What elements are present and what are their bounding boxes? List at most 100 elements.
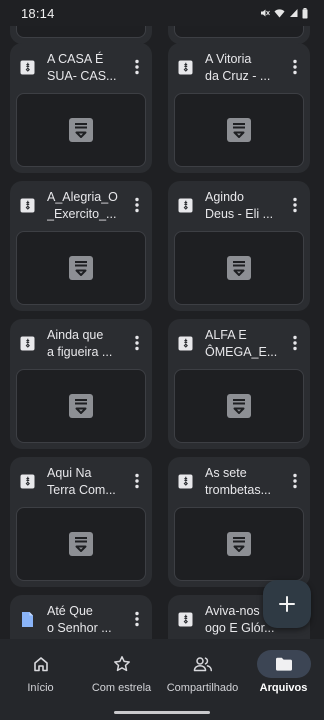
- more-options-button[interactable]: [126, 193, 148, 217]
- file-card-header: A_Alegria_O _Exercito_...: [10, 181, 152, 229]
- file-thumbnail[interactable]: [174, 231, 304, 305]
- home-icon: [33, 657, 48, 672]
- file-thumbnail[interactable]: [174, 93, 304, 167]
- file-card-header: ALFA E ÔMEGA_E...: [168, 319, 310, 367]
- people-icon: [193, 657, 212, 672]
- gesture-bar[interactable]: [114, 711, 210, 714]
- more-vert-icon: [135, 611, 139, 627]
- file-thumbnail[interactable]: [16, 507, 146, 581]
- file-type-icon: [227, 532, 251, 556]
- star-icon: [113, 656, 130, 672]
- file-name: A_Alegria_O _Exercito_...: [47, 189, 121, 223]
- file-card-header: A CASA É SUA- CAS...: [10, 43, 152, 91]
- file-name: Aqui Na Terra Com...: [47, 465, 121, 499]
- file-name-line: A_Alegria_O: [47, 190, 118, 204]
- wifi-icon: [274, 9, 285, 18]
- file-card[interactable]: A Vitoria da Cruz - ...: [168, 43, 310, 173]
- nav-label: Início: [27, 682, 54, 694]
- more-vert-icon: [293, 59, 297, 75]
- gesture-area: [0, 705, 324, 720]
- status-bar: 18:14: [0, 0, 324, 26]
- more-vert-icon: [135, 59, 139, 75]
- file-card-header: Agindo Deus - Eli ...: [168, 181, 310, 229]
- nav-pill: [95, 650, 149, 678]
- file-card[interactable]: Aqui Na Terra Com...: [10, 457, 152, 587]
- file-card[interactable]: Agindo Deus - Eli ...: [168, 181, 310, 311]
- drive-file-icon: [20, 198, 35, 213]
- file-type-icon: [69, 394, 93, 418]
- file-thumbnail[interactable]: [16, 231, 146, 305]
- drive-file-icon: [178, 198, 193, 213]
- drive-file-icon: [20, 336, 35, 351]
- file-name: A CASA É SUA- CAS...: [47, 51, 121, 85]
- file-name-line: ALFA E: [205, 328, 247, 342]
- nav-label: Arquivos: [259, 682, 308, 694]
- file-type-icon: [227, 118, 251, 142]
- file-type-icon: [227, 256, 251, 280]
- file-card[interactable]: A CASA É SUA- CAS...: [10, 43, 152, 173]
- file-name: Agindo Deus - Eli ...: [205, 189, 279, 223]
- file-name: As sete trombetas...: [205, 465, 279, 499]
- file-grid[interactable]: A CASA É SUA- CAS... A Vitoria da Cruz - ..…: [0, 26, 324, 639]
- file-name-line: ÔMEGA_E...: [205, 345, 278, 359]
- nav-pill: [256, 650, 311, 678]
- file-name-line: A Vitoria: [205, 52, 252, 66]
- nav-item-inicio[interactable]: Início: [0, 639, 81, 705]
- drive-file-icon: [178, 60, 193, 75]
- more-options-button[interactable]: [284, 331, 306, 355]
- signal-icon: [290, 9, 298, 17]
- nav-label: Com estrela: [91, 682, 152, 694]
- file-name: Ainda que a figueira ...: [47, 327, 121, 361]
- more-vert-icon: [293, 197, 297, 213]
- more-options-button[interactable]: [284, 469, 306, 493]
- file-card[interactable]: A_Alegria_O _Exercito_...: [10, 181, 152, 311]
- file-name: Até Que o Senhor ...: [47, 603, 121, 637]
- more-options-button[interactable]: [126, 331, 148, 355]
- more-options-button[interactable]: [284, 193, 306, 217]
- file-type-icon: [227, 394, 251, 418]
- file-type-icon: [69, 256, 93, 280]
- file-name-line: SUA- CAS...: [47, 69, 117, 83]
- file-thumbnail[interactable]: [16, 26, 146, 38]
- nav-pill: [176, 650, 230, 678]
- file-card[interactable]: [168, 26, 310, 44]
- file-card[interactable]: ALFA E ÔMEGA_E...: [168, 319, 310, 449]
- file-name-line: a figueira ...: [47, 345, 113, 359]
- file-name-line: da Cruz - ...: [205, 69, 271, 83]
- file-thumbnail[interactable]: [174, 369, 304, 443]
- nav-item-arquivos[interactable]: Arquivos: [243, 639, 324, 705]
- file-name-line: Deus - Eli ...: [205, 207, 274, 221]
- new-button[interactable]: [263, 580, 311, 628]
- file-name-line: Agindo: [205, 190, 244, 204]
- file-card[interactable]: As sete trombetas...: [168, 457, 310, 587]
- nav-item-compartilhado[interactable]: Compartilhado: [162, 639, 243, 705]
- more-vert-icon: [135, 197, 139, 213]
- battery-icon: [302, 7, 308, 18]
- more-options-button[interactable]: [126, 55, 148, 79]
- drive-file-icon: [178, 336, 193, 351]
- more-vert-icon: [293, 335, 297, 351]
- more-options-button[interactable]: [126, 607, 148, 631]
- nav-label: Compartilhado: [166, 682, 239, 694]
- file-card[interactable]: [10, 26, 152, 44]
- more-vert-icon: [135, 473, 139, 489]
- nav-pill: [14, 650, 68, 678]
- file-card[interactable]: Até Que o Senhor ...: [10, 595, 152, 639]
- docs-file-icon: [22, 612, 33, 627]
- file-card-header: A Vitoria da Cruz - ...: [168, 43, 310, 91]
- file-thumbnail[interactable]: [16, 369, 146, 443]
- nav-item-com-estrela[interactable]: Com estrela: [81, 639, 162, 705]
- file-thumbnail[interactable]: [174, 507, 304, 581]
- file-name-line: Ainda que: [47, 328, 104, 342]
- file-type-icon: [69, 532, 93, 556]
- more-vert-icon: [135, 335, 139, 351]
- file-card[interactable]: Ainda que a figueira ...: [10, 319, 152, 449]
- file-name-line: trombetas...: [205, 483, 271, 497]
- file-thumbnail[interactable]: [16, 93, 146, 167]
- file-card-header: Até Que o Senhor ...: [10, 595, 152, 639]
- bottom-navigation: Início Com estrela Compartilhado Arquivo…: [0, 639, 324, 705]
- file-name: ALFA E ÔMEGA_E...: [205, 327, 279, 361]
- file-thumbnail[interactable]: [174, 26, 304, 38]
- more-options-button[interactable]: [284, 55, 306, 79]
- more-options-button[interactable]: [126, 469, 148, 493]
